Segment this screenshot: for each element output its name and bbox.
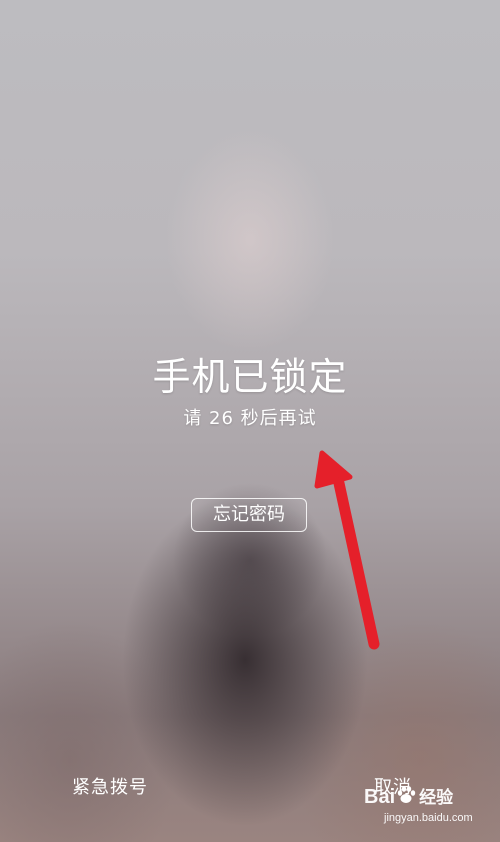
- retry-countdown: 请 26 秒后再试: [183, 408, 317, 429]
- baidu-jingyan-watermark: Bai 经验 jingyan.baidu.com: [364, 784, 494, 838]
- arrow-shaft: [331, 468, 380, 650]
- watermark-logo-suffix: 经验: [419, 788, 454, 807]
- forgot-password-button[interactable]: 忘记密码: [191, 498, 307, 532]
- watermark-url: jingyan.baidu.com: [384, 812, 473, 824]
- lock-screen: 手机已锁定 请 26 秒后再试 忘记密码 紧急拨号 取消 Bai 经验 jing…: [0, 0, 500, 842]
- watermark-logo: Bai 经验: [364, 784, 453, 812]
- arrow-head: [314, 450, 353, 489]
- paw-icon: [395, 784, 417, 812]
- lock-title: 手机已锁定: [152, 355, 348, 399]
- emergency-call-button[interactable]: 紧急拨号: [72, 773, 148, 799]
- watermark-logo-prefix: Bai: [364, 786, 396, 808]
